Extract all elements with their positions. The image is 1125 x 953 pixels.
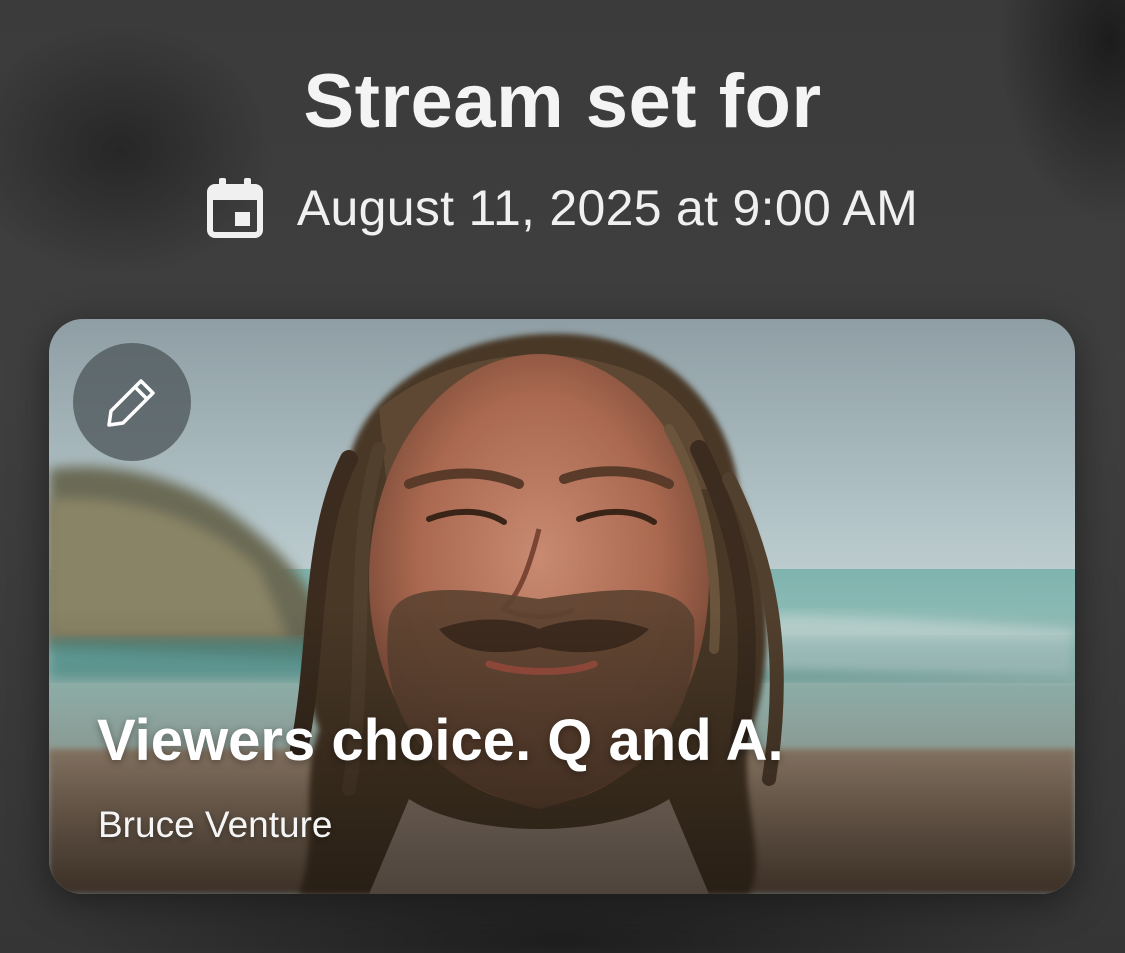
stream-card[interactable]: Viewers choice. Q and A. Bruce Venture — [49, 319, 1075, 894]
pencil-icon — [107, 379, 155, 427]
stream-scheduled-screen: Stream set for August 11, 2025 at 9:00 A… — [0, 0, 1125, 953]
scheduled-date-text: August 11, 2025 at 9:00 AM — [296, 180, 919, 236]
edit-stream-button[interactable] — [73, 343, 191, 461]
page-title: Stream set for — [303, 59, 822, 144]
calendar-icon — [206, 178, 263, 238]
stream-title: Viewers choice. Q and A. — [97, 708, 784, 773]
scheduled-datetime-row: August 11, 2025 at 9:00 AM — [0, 178, 1125, 238]
stream-author: Bruce Venture — [98, 804, 333, 845]
